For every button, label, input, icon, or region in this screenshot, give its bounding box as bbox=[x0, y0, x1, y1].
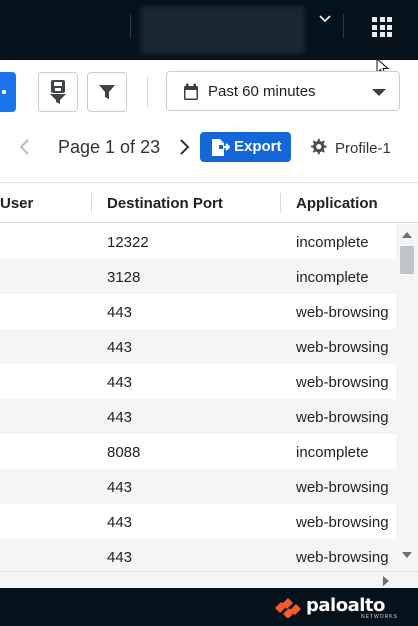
apps-grid-icon[interactable] bbox=[372, 17, 392, 37]
horizontal-scrollbar[interactable] bbox=[0, 571, 418, 588]
caret-down-icon bbox=[372, 89, 386, 96]
cell-application: web-browsing bbox=[296, 479, 389, 496]
table-row[interactable]: 443 web-browsing bbox=[0, 469, 396, 504]
logo-subtext: NETWORKS bbox=[361, 614, 398, 620]
primary-action-button[interactable] bbox=[0, 72, 16, 112]
page-indicator: Page 1 of 23 bbox=[58, 137, 161, 157]
table-row[interactable]: 443 web-browsing bbox=[0, 329, 396, 364]
table-header: User Destination Port Application bbox=[0, 183, 418, 223]
top-navigation-bar bbox=[0, 0, 418, 60]
table-body: 12322 incomplete 3128 incomplete 443 web-br… bbox=[0, 224, 396, 574]
cell-destination-port: 3128 bbox=[107, 269, 141, 286]
export-button[interactable]: Export bbox=[200, 132, 291, 162]
cell-destination-port: 12322 bbox=[107, 234, 149, 251]
column-header-user[interactable]: User bbox=[0, 195, 33, 212]
column-header-application[interactable]: Application bbox=[296, 195, 378, 212]
calendar-icon bbox=[184, 83, 198, 100]
cell-destination-port: 443 bbox=[107, 409, 133, 426]
table-row[interactable]: 8088 incomplete bbox=[0, 434, 396, 469]
divider bbox=[343, 14, 344, 38]
cell-destination-port: 443 bbox=[107, 374, 133, 391]
time-range-value: Past 60 minutes bbox=[208, 83, 316, 100]
cell-destination-port: 443 bbox=[107, 479, 133, 496]
column-resizer[interactable] bbox=[280, 193, 281, 213]
cell-application: incomplete bbox=[296, 234, 369, 251]
cell-destination-port: 443 bbox=[107, 549, 133, 566]
log-table: User Destination Port Application 12322 i… bbox=[0, 182, 418, 588]
save-filter-icon bbox=[50, 80, 66, 104]
cell-application: incomplete bbox=[296, 269, 369, 286]
vertical-scrollbar[interactable] bbox=[396, 224, 418, 571]
cell-application: incomplete bbox=[296, 444, 369, 461]
table-row[interactable]: 443 web-browsing bbox=[0, 399, 396, 434]
scroll-right-icon[interactable] bbox=[383, 576, 389, 586]
chevron-right-icon[interactable] bbox=[177, 138, 191, 156]
column-header-destination-port[interactable]: Destination Port bbox=[107, 195, 223, 212]
table-row[interactable]: 443 web-browsing bbox=[0, 364, 396, 399]
divider bbox=[130, 14, 131, 38]
table-row[interactable]: 443 web-browsing bbox=[0, 539, 396, 574]
table-row[interactable]: 443 web-browsing bbox=[0, 504, 396, 539]
save-filter-button[interactable] bbox=[38, 72, 78, 112]
gear-icon bbox=[311, 138, 327, 155]
cell-application: web-browsing bbox=[296, 409, 389, 426]
paloalto-mark-icon bbox=[275, 598, 301, 618]
filter-icon bbox=[99, 85, 115, 99]
cell-application: web-browsing bbox=[296, 339, 389, 356]
table-row[interactable]: 443 web-browsing bbox=[0, 294, 396, 329]
export-label: Export bbox=[234, 138, 282, 155]
column-resizer[interactable] bbox=[91, 193, 92, 213]
time-range-select[interactable]: Past 60 minutes bbox=[166, 71, 400, 111]
chevron-down-icon[interactable] bbox=[318, 12, 332, 26]
scrollbar-thumb[interactable] bbox=[400, 246, 414, 274]
table-row[interactable]: 3128 incomplete bbox=[0, 259, 396, 294]
cell-destination-port: 443 bbox=[107, 304, 133, 321]
cell-application: web-browsing bbox=[296, 549, 389, 566]
scroll-down-icon[interactable] bbox=[402, 552, 412, 558]
logo-wordmark: paloalto bbox=[306, 595, 385, 616]
chevron-left-icon[interactable] bbox=[18, 138, 32, 156]
table-row[interactable]: 12322 incomplete bbox=[0, 224, 396, 259]
cell-application: web-browsing bbox=[296, 304, 389, 321]
cell-application: web-browsing bbox=[296, 374, 389, 391]
cell-destination-port: 443 bbox=[107, 514, 133, 531]
footer: paloalto NETWORKS bbox=[0, 588, 418, 626]
filter-button[interactable] bbox=[87, 72, 127, 112]
cell-destination-port: 443 bbox=[107, 339, 133, 356]
cell-destination-port: 8088 bbox=[107, 444, 141, 461]
profile-label: Profile-1 bbox=[335, 140, 391, 157]
tenant-selector[interactable] bbox=[141, 6, 305, 54]
divider bbox=[147, 76, 148, 108]
export-icon bbox=[212, 139, 230, 156]
cell-application: web-browsing bbox=[296, 514, 389, 531]
scroll-up-icon[interactable] bbox=[402, 232, 412, 238]
